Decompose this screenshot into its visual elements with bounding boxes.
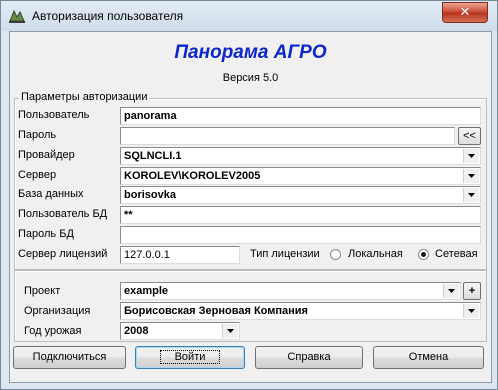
version-label: Версия 5.0 — [222, 72, 279, 84]
license-network-label[interactable]: Сетевая — [435, 248, 478, 260]
password-field[interactable] — [120, 127, 455, 145]
title-bar[interactable]: Авторизация пользователя ✕ — [1, 1, 497, 31]
license-type-label: Тип лицензии — [250, 248, 320, 260]
chevron-down-icon[interactable] — [463, 169, 479, 183]
license-server-label: Сервер лицензий — [18, 248, 108, 260]
app-name: Панорама АГРО — [174, 42, 327, 63]
close-button[interactable]: ✕ — [442, 2, 488, 23]
license-local-radio[interactable] — [330, 249, 341, 260]
window-title: Авторизация пользователя — [32, 9, 184, 23]
project-value: example — [124, 285, 169, 297]
user-label: Пользователь — [18, 109, 90, 121]
chevron-down-icon[interactable] — [463, 304, 479, 318]
organization-select[interactable]: Борисовская Зерновая Компания — [120, 302, 481, 320]
database-label: База данных — [18, 188, 84, 200]
db-password-field[interactable] — [120, 226, 481, 244]
connect-button[interactable]: Подключиться — [13, 346, 126, 369]
project-select[interactable]: example — [120, 282, 461, 300]
password-toggle-button[interactable]: << — [458, 127, 481, 145]
chevron-down-icon[interactable] — [222, 324, 238, 338]
cancel-button[interactable]: Отмена — [373, 346, 484, 369]
license-server-field[interactable]: 127.0.0.1 — [120, 246, 240, 264]
add-project-button[interactable]: + — [463, 282, 481, 300]
db-user-field[interactable]: ** — [120, 206, 481, 224]
chevron-down-icon[interactable] — [443, 284, 459, 298]
year-label: Год урожая — [24, 325, 82, 337]
db-user-label: Пользователь БД — [18, 208, 108, 220]
login-window: Авторизация пользователя ✕ Панорама АГРО… — [0, 0, 498, 390]
license-network-radio[interactable] — [418, 249, 429, 260]
dialog-body: Панорама АГРО Версия 5.0 Параметры автор… — [9, 31, 492, 383]
server-select[interactable]: KOROLEV\KOROLEV2005 — [120, 167, 481, 185]
user-field[interactable]: panorama — [120, 107, 481, 125]
close-icon: ✕ — [459, 4, 471, 19]
database-value: borisovka — [124, 189, 176, 201]
project-label: Проект — [24, 285, 61, 297]
organization-value: Борисовская Зерновая Компания — [124, 305, 308, 317]
provider-value: SQLNCLI.1 — [124, 150, 182, 162]
login-button-label: Войти — [159, 350, 221, 364]
year-value: 2008 — [124, 325, 149, 337]
auth-group-legend: Параметры авторизации — [19, 91, 150, 103]
provider-select[interactable]: SQLNCLI.1 — [120, 147, 481, 165]
chevron-down-icon[interactable] — [463, 149, 479, 163]
chevron-down-icon[interactable] — [463, 188, 479, 202]
login-button[interactable]: Войти — [135, 346, 245, 369]
app-icon — [9, 9, 25, 23]
provider-label: Провайдер — [18, 149, 75, 161]
server-value: KOROLEV\KOROLEV2005 — [124, 170, 261, 182]
year-select[interactable]: 2008 — [120, 322, 240, 340]
server-label: Сервер — [18, 169, 57, 181]
password-label: Пароль — [18, 129, 57, 141]
database-select[interactable]: borisovka — [120, 186, 481, 204]
organization-label: Организация — [24, 305, 91, 317]
help-button[interactable]: Справка — [255, 346, 363, 369]
license-local-label[interactable]: Локальная — [348, 248, 403, 260]
db-password-label: Пароль БД — [18, 228, 74, 240]
